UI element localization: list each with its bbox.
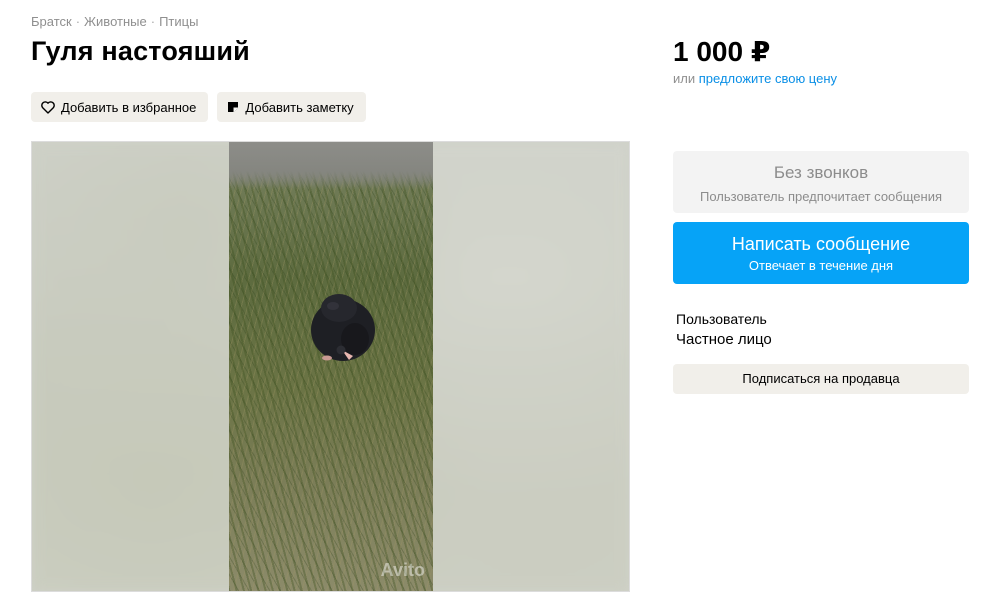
add-note-label: Добавить заметку xyxy=(245,99,354,115)
add-note-button[interactable]: Добавить заметку xyxy=(217,92,366,122)
no-calls-subtitle: Пользователь предпочитает сообщения xyxy=(699,189,942,204)
response-time-label: Отвечает в течение дня xyxy=(748,258,894,273)
heart-icon xyxy=(41,100,55,114)
pigeon-chick-image xyxy=(311,294,375,361)
write-message-label: Написать сообщение xyxy=(731,234,911,254)
avito-watermark: Avito xyxy=(380,560,425,580)
seller-type: Пользователь xyxy=(676,311,767,327)
offer-price-link[interactable]: предложите свою цену xyxy=(699,71,837,86)
write-message-button[interactable]: Написать сообщение Отвечает в течение дн… xyxy=(673,222,969,284)
listing-actions: Добавить в избранное Добавить заметку xyxy=(31,92,366,122)
note-icon xyxy=(227,101,239,113)
price: 1 000 ₽ xyxy=(673,36,771,67)
breadcrumb-category[interactable]: Животные xyxy=(84,14,147,29)
breadcrumb-separator: · xyxy=(75,14,81,29)
grass-texture xyxy=(229,142,433,591)
subscribe-seller-button[interactable]: Подписаться на продавца xyxy=(673,364,969,394)
breadcrumb-city[interactable]: Братск xyxy=(31,14,72,29)
page-title: Гуля настояший xyxy=(31,36,250,66)
price-offer: или предложите свою цену xyxy=(673,71,837,86)
no-calls-title: Без звонков xyxy=(773,163,869,182)
add-to-favorites-label: Добавить в избранное xyxy=(61,99,197,115)
ground-path xyxy=(229,142,433,190)
seller-name[interactable]: Частное лицо xyxy=(676,331,772,348)
add-to-favorites-button[interactable]: Добавить в избранное xyxy=(31,92,209,122)
no-calls-notice: Без звонков Пользователь предпочитает со… xyxy=(673,151,969,213)
breadcrumb-subcategory[interactable]: Птицы xyxy=(159,14,198,29)
breadcrumb: Братск · Животные · Птицы xyxy=(31,14,198,29)
breadcrumb-separator: · xyxy=(150,14,156,29)
offer-prefix: или xyxy=(673,71,696,86)
photo-gallery[interactable]: Avito xyxy=(31,141,630,592)
listing-photo[interactable]: Avito xyxy=(229,142,433,591)
